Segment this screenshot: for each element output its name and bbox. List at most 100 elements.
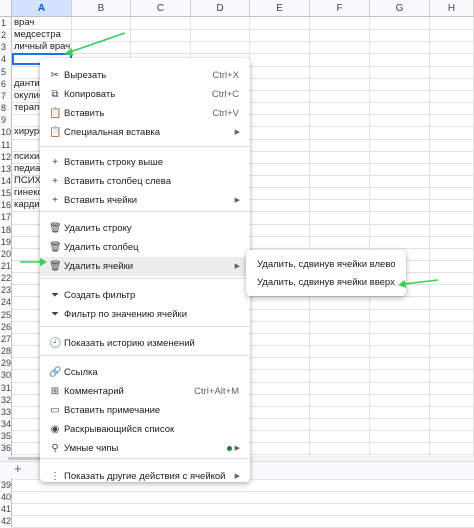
row-header[interactable]: 14: [0, 174, 12, 188]
row-header[interactable]: 13: [0, 162, 12, 175]
menu-item-insert-cells[interactable]: + Вставить ячейки ▶: [40, 191, 250, 210]
gridline: [12, 41, 474, 43]
menu-divider: [40, 146, 250, 147]
menu-item-insert-note[interactable]: ▭ Вставить примечание: [40, 401, 250, 420]
row-header[interactable]: 10: [0, 126, 12, 139]
row-header[interactable]: 29: [0, 357, 12, 370]
menu-item-create-filter[interactable]: ⏷ Создать фильтр: [40, 286, 250, 305]
add-sheet-button[interactable]: +: [14, 462, 22, 476]
new-feature-dot: [227, 446, 232, 451]
row-header[interactable]: 27: [0, 332, 12, 346]
row-header[interactable]: 23: [0, 284, 12, 297]
row-header[interactable]: 31: [0, 381, 12, 394]
row-header[interactable]: 19: [0, 235, 12, 248]
menu-item-show-edit-history[interactable]: 🕘 Показать историю изменений: [40, 334, 250, 353]
gridline: [12, 29, 474, 31]
submenu-item-shift-left[interactable]: Удалить, сдвинув ячейки влево: [246, 256, 406, 274]
row-header[interactable]: 39: [0, 478, 12, 491]
menu-item-filter-by-cell-value[interactable]: ⏷ Фильтр по значению ячейки: [40, 305, 250, 324]
row-header[interactable]: 7: [0, 89, 12, 103]
row-header[interactable]: 4: [0, 53, 12, 66]
submenu-item-shift-up[interactable]: Удалить, сдвинув ячейки вверх: [246, 274, 406, 292]
menu-item-label: Удалить столбец: [64, 242, 139, 253]
menu-item-label: Вставить строку выше: [64, 157, 164, 168]
menu-item-delete-cells[interactable]: 🗑 Удалить ячейки ▶: [40, 257, 250, 276]
row-header[interactable]: 42: [0, 515, 12, 528]
menu-item-shortcut: Ctrl+X: [212, 70, 239, 81]
column-header-b[interactable]: B: [72, 0, 131, 17]
menu-item-delete-column[interactable]: 🗑 Удалить столбец: [40, 238, 250, 257]
menu-item-link[interactable]: 🔗 Ссылка: [40, 363, 250, 382]
row-header[interactable]: 15: [0, 187, 12, 200]
row-header[interactable]: 24: [0, 296, 12, 309]
trash-icon: 🗑: [49, 223, 62, 234]
row-header[interactable]: 9: [0, 114, 12, 127]
submenu-arrow-icon: ▶: [234, 445, 240, 452]
row-header[interactable]: 25: [0, 308, 12, 321]
row-header[interactable]: 32: [0, 393, 12, 406]
gridline: [429, 17, 430, 456]
menu-item-shortcut: Ctrl+V: [212, 108, 239, 119]
gridline: [309, 17, 310, 456]
cell[interactable]: медсестра: [14, 29, 70, 41]
menu-item-paste-special[interactable]: 📋 Специальная вставка ▶: [40, 123, 250, 142]
row-header[interactable]: 12: [0, 150, 12, 163]
row-header[interactable]: 5: [0, 65, 12, 78]
context-menu: ✂ Вырезать Ctrl+X ⧉ Копировать Ctrl+C 📋 Вставит…: [40, 58, 250, 482]
column-header-e[interactable]: E: [250, 0, 310, 17]
column-header-a[interactable]: A: [12, 0, 72, 17]
menu-item-label: Умные чипы: [64, 443, 119, 454]
column-header-c[interactable]: C: [131, 0, 191, 17]
smart-chip-icon: ⚲: [51, 443, 59, 454]
row-header[interactable]: 17: [0, 211, 12, 224]
menu-item-label: Показать историю изменений: [64, 338, 195, 349]
row-header[interactable]: 41: [0, 503, 12, 516]
row-header[interactable]: 26: [0, 320, 12, 333]
menu-item-copy[interactable]: ⧉ Копировать Ctrl+C: [40, 85, 250, 104]
cell[interactable]: врач: [14, 17, 70, 29]
menu-item-paste[interactable]: 📋 Вставить Ctrl+V: [40, 104, 250, 123]
column-header-d[interactable]: D: [191, 0, 250, 17]
menu-item-insert-column-left[interactable]: + Вставить столбец слева: [40, 172, 250, 191]
row-header[interactable]: 18: [0, 223, 12, 236]
filter-icon: ⏷: [51, 290, 59, 301]
row-header[interactable]: 3: [0, 41, 12, 54]
gridline: [12, 53, 474, 55]
row-header[interactable]: 6: [0, 77, 12, 90]
row-header[interactable]: 2: [0, 29, 12, 42]
row-header[interactable]: 1: [0, 17, 12, 30]
row-header[interactable]: 16: [0, 199, 12, 212]
cell[interactable]: личный врач: [14, 41, 70, 53]
submenu-arrow-icon: ▶: [234, 263, 240, 270]
row-header[interactable]: 33: [0, 405, 12, 418]
row-header[interactable]: 28: [0, 345, 12, 358]
menu-item-insert-row-above[interactable]: + Вставить строку выше: [40, 153, 250, 172]
menu-item-cut[interactable]: ✂ Вырезать Ctrl+X: [40, 66, 250, 85]
column-header-g[interactable]: G: [370, 0, 430, 17]
row-header[interactable]: 20: [0, 247, 12, 260]
row-header[interactable]: 11: [0, 138, 12, 151]
column-header-h[interactable]: H: [430, 0, 474, 17]
menu-item-label: Вставить столбец слева: [64, 176, 172, 187]
row-header[interactable]: 40: [0, 490, 12, 503]
submenu-item-label: Удалить, сдвинув ячейки влево: [257, 259, 396, 270]
row-header[interactable]: 34: [0, 417, 12, 431]
row-header[interactable]: 36: [0, 442, 12, 455]
menu-item-smart-chips[interactable]: ⚲ Умные чипы ▶: [40, 439, 250, 458]
row-header[interactable]: 35: [0, 430, 12, 443]
menu-item-delete-row[interactable]: 🗑 Удалить строку: [40, 219, 250, 238]
column-header-f[interactable]: F: [310, 0, 370, 17]
delete-cells-submenu: Удалить, сдвинув ячейки влево Удалить, с…: [246, 250, 406, 296]
row-header[interactable]: 21: [0, 260, 12, 273]
row-header[interactable]: 8: [0, 102, 12, 115]
note-icon: ▭: [50, 405, 60, 416]
row-header[interactable]: 22: [0, 272, 12, 285]
row-header[interactable]: 30: [0, 369, 12, 382]
menu-item-dropdown[interactable]: ◉ Раскрывающийся список: [40, 420, 250, 439]
comment-icon: ⊞: [50, 386, 60, 397]
menu-item-label: Удалить ячейки: [64, 261, 134, 272]
select-all-corner[interactable]: [0, 0, 12, 17]
menu-item-label: Фильтр по значению ячейки: [64, 309, 187, 320]
menu-item-label: Вставить ячейки: [64, 195, 138, 206]
menu-item-comment[interactable]: ⊞ Комментарий Ctrl+Alt+M: [40, 382, 250, 401]
